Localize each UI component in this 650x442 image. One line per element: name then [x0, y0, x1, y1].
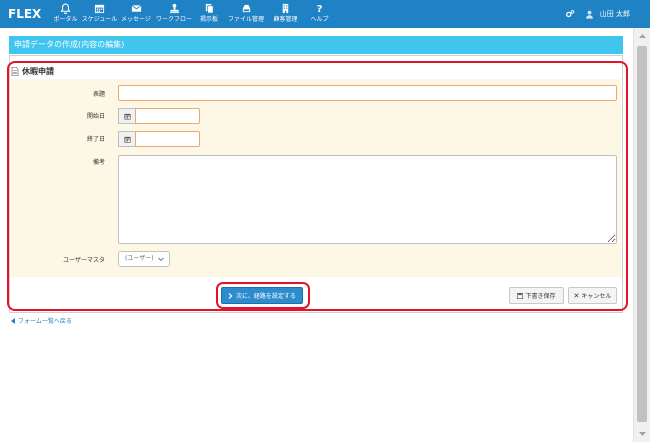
nav-item-file[interactable]: ファイル管理: [224, 0, 268, 28]
floppy-icon: [517, 292, 524, 299]
start-date-label: 開始日: [86, 113, 105, 120]
document-icon: [11, 67, 19, 76]
question-icon: ?: [317, 4, 323, 14]
user-area: 山田 太郎: [565, 0, 650, 28]
chevron-down-icon: [158, 257, 164, 262]
scroll-thumb[interactable]: [637, 46, 647, 422]
nav-item-label: ファイル管理: [227, 16, 264, 23]
nav-item-board[interactable]: 掲示板: [194, 0, 224, 28]
save-draft-button-label: 下書き保存: [525, 293, 556, 300]
scroll-down-button[interactable]: [634, 426, 650, 442]
user-master-label: ユーザーマスタ: [63, 257, 105, 264]
nav-item-label: ワークフロー: [155, 16, 192, 23]
nav-item-label: 掲示板: [199, 16, 218, 23]
vertical-scrollbar[interactable]: [633, 28, 650, 442]
title-label: 表題: [92, 91, 105, 98]
end-date-input[interactable]: [135, 131, 200, 147]
user-master-select[interactable]: (ユーザー): [118, 251, 170, 267]
back-link-text: フォーム一覧へ戻る: [18, 318, 72, 325]
nav-item-schedule[interactable]: スケジュール: [81, 0, 118, 28]
drive-icon: [242, 4, 250, 13]
svg-text:?: ?: [317, 4, 323, 14]
end-date-calendar-button[interactable]: [118, 131, 135, 147]
app-logo[interactable]: FLEX結: [0, 0, 50, 49]
form-heading: 休暇申請: [11, 66, 54, 77]
board-icon: [205, 3, 214, 14]
chevron-right-icon: [228, 292, 233, 299]
bell-icon: [60, 3, 71, 14]
user-icon: [585, 10, 593, 19]
nav-item-workflow[interactable]: ワークフロー: [154, 0, 194, 28]
gear-icon[interactable]: [565, 9, 575, 19]
start-date-calendar-button[interactable]: [118, 108, 135, 124]
back-to-form-list-link[interactable]: フォーム一覧へ戻る: [11, 316, 72, 325]
nav-item-portal[interactable]: ポータル: [50, 0, 81, 28]
stamp-icon: [169, 3, 179, 14]
start-date-input[interactable]: [135, 108, 200, 124]
cancel-button-label: キャンセル: [581, 293, 612, 300]
nav-menu: ポータル スケジュール メッセージ ワークフロー 掲示板 ファイル管理 顧客管理…: [50, 0, 336, 28]
nav-item-message[interactable]: メッセージ: [118, 0, 154, 28]
user-master-value: (ユーザー): [125, 255, 154, 262]
arrow-down-icon: [638, 432, 646, 436]
triangle-left-icon: [11, 317, 15, 324]
calendar-icon: [123, 136, 131, 143]
nav-item-customer[interactable]: 顧客管理: [268, 0, 303, 28]
page-title: 申請データの作成(内容の編集): [9, 36, 623, 54]
next-route-button-label: 次に、経路を設定する: [236, 293, 296, 300]
calendar-icon: [94, 4, 105, 14]
title-input[interactable]: [118, 85, 617, 101]
nav-item-help[interactable]: ? ヘルプ: [303, 0, 336, 28]
note-label: 備考: [92, 159, 105, 166]
nav-item-label: ヘルプ: [310, 16, 329, 23]
end-date-label: 終了日: [86, 136, 105, 143]
nav-item-label: メッセージ: [121, 16, 151, 23]
start-date-group: [118, 108, 200, 124]
arrow-up-icon: [638, 34, 646, 38]
close-icon: ✕: [573, 291, 580, 300]
save-draft-button[interactable]: 下書き保存: [509, 287, 564, 304]
envelope-icon: [131, 4, 141, 12]
next-route-button[interactable]: 次に、経路を設定する: [221, 287, 303, 304]
user-name[interactable]: 山田 太郎: [600, 9, 630, 19]
end-date-group: [118, 131, 200, 147]
nav-item-label: スケジュール: [81, 16, 118, 23]
top-nav-bar: FLEX結 ポータル スケジュール メッセージ ワークフロー 掲示板 ファイル管…: [0, 0, 650, 49]
calendar-icon: [123, 113, 131, 120]
building-icon: [282, 3, 289, 14]
nav-item-label: ポータル: [53, 16, 78, 23]
note-textarea[interactable]: [118, 155, 617, 244]
scroll-up-button[interactable]: [634, 28, 650, 44]
cancel-button[interactable]: ✕ キャンセル: [568, 287, 617, 304]
nav-item-label: 顧客管理: [273, 16, 298, 23]
form-heading-text: 休暇申請: [22, 67, 54, 76]
